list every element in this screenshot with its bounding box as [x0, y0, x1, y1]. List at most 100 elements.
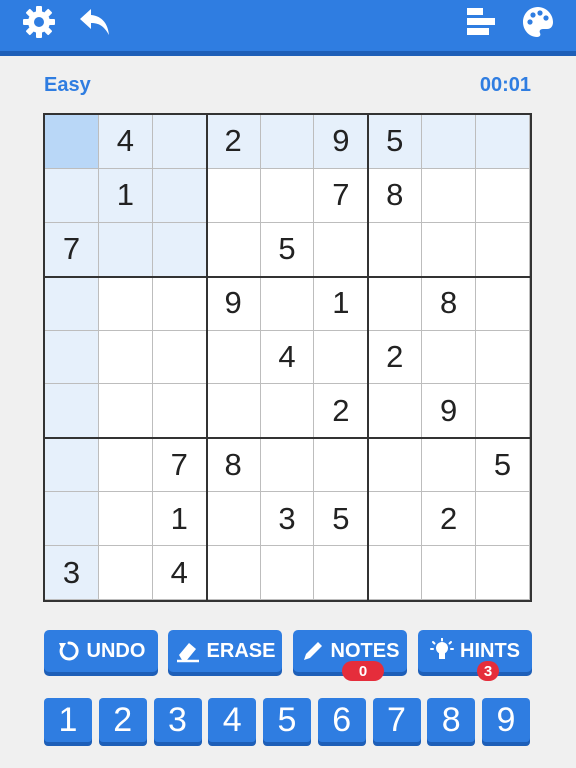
- sudoku-cell[interactable]: [260, 276, 315, 331]
- erase-button[interactable]: ERASE: [168, 630, 282, 672]
- sudoku-cell[interactable]: [368, 276, 423, 331]
- sudoku-cell[interactable]: [152, 276, 207, 331]
- sudoku-cell[interactable]: 7: [45, 222, 99, 277]
- sudoku-cell[interactable]: [368, 438, 423, 493]
- sudoku-cell[interactable]: [45, 438, 99, 493]
- sudoku-cell[interactable]: [98, 276, 153, 331]
- sudoku-cell[interactable]: [206, 492, 261, 547]
- number-button-2[interactable]: 2: [98, 698, 147, 742]
- sudoku-cell[interactable]: [368, 384, 423, 439]
- sudoku-cell[interactable]: 3: [45, 546, 99, 600]
- number-button-1[interactable]: 1: [44, 698, 92, 742]
- sudoku-cell[interactable]: 2: [206, 115, 261, 169]
- sudoku-cell[interactable]: [476, 115, 530, 169]
- number-button-5[interactable]: 5: [263, 698, 311, 742]
- sudoku-cell[interactable]: 1: [152, 492, 207, 547]
- sudoku-cell[interactable]: [422, 546, 477, 600]
- sudoku-cell[interactable]: 9: [422, 384, 477, 439]
- sudoku-cell[interactable]: [98, 546, 153, 600]
- sudoku-cell[interactable]: [260, 546, 315, 600]
- hints-button[interactable]: HINTS: [418, 630, 532, 672]
- sudoku-cell[interactable]: [45, 276, 99, 331]
- sudoku-cell[interactable]: [260, 168, 315, 223]
- sudoku-cell[interactable]: [98, 222, 153, 277]
- sudoku-cell[interactable]: [476, 492, 530, 547]
- sudoku-cell[interactable]: 1: [314, 276, 369, 331]
- notes-count-badge: 0: [342, 661, 384, 681]
- palette-icon[interactable]: [518, 2, 558, 42]
- sudoku-cell[interactable]: [152, 330, 207, 385]
- sudoku-cell[interactable]: [45, 115, 99, 169]
- sudoku-cell[interactable]: [206, 168, 261, 223]
- number-button-9[interactable]: 9: [482, 698, 530, 742]
- sudoku-cell[interactable]: 8: [206, 438, 261, 493]
- sudoku-cell[interactable]: [152, 168, 207, 223]
- sudoku-cell[interactable]: 3: [260, 492, 315, 547]
- undo-button[interactable]: UNDO: [44, 630, 158, 672]
- undo-arrow-icon[interactable]: [75, 2, 115, 42]
- sudoku-cell[interactable]: 2: [422, 492, 477, 547]
- sudoku-cell[interactable]: [260, 384, 315, 439]
- sudoku-cell[interactable]: [98, 384, 153, 439]
- sudoku-cell[interactable]: [422, 438, 477, 493]
- sudoku-cell[interactable]: 9: [206, 276, 261, 331]
- sudoku-cell[interactable]: [206, 330, 261, 385]
- gear-icon[interactable]: [19, 2, 59, 42]
- sudoku-cell[interactable]: [476, 168, 530, 223]
- sudoku-cell[interactable]: [152, 222, 207, 277]
- hints-count-badge: 3: [477, 661, 499, 681]
- sudoku-cell[interactable]: [476, 276, 530, 331]
- sudoku-cell[interactable]: [45, 168, 99, 223]
- sudoku-cell[interactable]: 2: [368, 330, 423, 385]
- sudoku-cell[interactable]: 8: [368, 168, 423, 223]
- sudoku-cell[interactable]: [314, 222, 369, 277]
- sudoku-cell[interactable]: [422, 330, 477, 385]
- sudoku-cell[interactable]: [152, 115, 207, 169]
- sudoku-cell[interactable]: [152, 384, 207, 439]
- sudoku-cell[interactable]: 5: [368, 115, 423, 169]
- sudoku-cell[interactable]: 8: [422, 276, 477, 331]
- sudoku-cell[interactable]: [206, 546, 261, 600]
- sudoku-cell[interactable]: [98, 492, 153, 547]
- stats-icon[interactable]: [462, 2, 502, 42]
- sudoku-cell[interactable]: [98, 438, 153, 493]
- sudoku-cell[interactable]: [98, 330, 153, 385]
- sudoku-cell[interactable]: [314, 438, 369, 493]
- sudoku-cell[interactable]: [422, 168, 477, 223]
- sudoku-cell[interactable]: [368, 546, 423, 600]
- sudoku-cell[interactable]: 4: [152, 546, 207, 600]
- sudoku-cell[interactable]: 1: [98, 168, 153, 223]
- sudoku-cell[interactable]: [314, 546, 369, 600]
- sudoku-cell[interactable]: 5: [314, 492, 369, 547]
- sudoku-cell[interactable]: [45, 384, 99, 439]
- sudoku-cell[interactable]: [422, 115, 477, 169]
- number-button-3[interactable]: 3: [153, 698, 202, 742]
- sudoku-cell[interactable]: [368, 222, 423, 277]
- sudoku-cell[interactable]: 4: [260, 330, 315, 385]
- sudoku-cell[interactable]: [260, 438, 315, 493]
- number-button-6[interactable]: 6: [317, 698, 366, 742]
- sudoku-cell[interactable]: [260, 115, 315, 169]
- sudoku-cell[interactable]: [476, 222, 530, 277]
- sudoku-cell[interactable]: [206, 222, 261, 277]
- sudoku-cell[interactable]: [314, 330, 369, 385]
- sudoku-cell[interactable]: [476, 330, 530, 385]
- sudoku-cell[interactable]: 7: [152, 438, 207, 493]
- sudoku-cell[interactable]: 5: [260, 222, 315, 277]
- sudoku-cell[interactable]: [476, 546, 530, 600]
- number-button-8[interactable]: 8: [427, 698, 476, 742]
- sudoku-cell[interactable]: 9: [314, 115, 369, 169]
- sudoku-cell[interactable]: [45, 330, 99, 385]
- sudoku-cell[interactable]: [422, 222, 477, 277]
- number-button-7[interactable]: 7: [372, 698, 421, 742]
- sudoku-cell[interactable]: 2: [314, 384, 369, 439]
- sudoku-cell[interactable]: 5: [476, 438, 530, 493]
- sudoku-cell[interactable]: [45, 492, 99, 547]
- number-button-4[interactable]: 4: [208, 698, 257, 742]
- sudoku-cell[interactable]: 7: [314, 168, 369, 223]
- sudoku-cell[interactable]: 4: [98, 115, 153, 169]
- sudoku-cell[interactable]: [476, 384, 530, 439]
- notes-label: NOTES: [330, 639, 400, 662]
- sudoku-cell[interactable]: [206, 384, 261, 439]
- sudoku-cell[interactable]: [368, 492, 423, 547]
